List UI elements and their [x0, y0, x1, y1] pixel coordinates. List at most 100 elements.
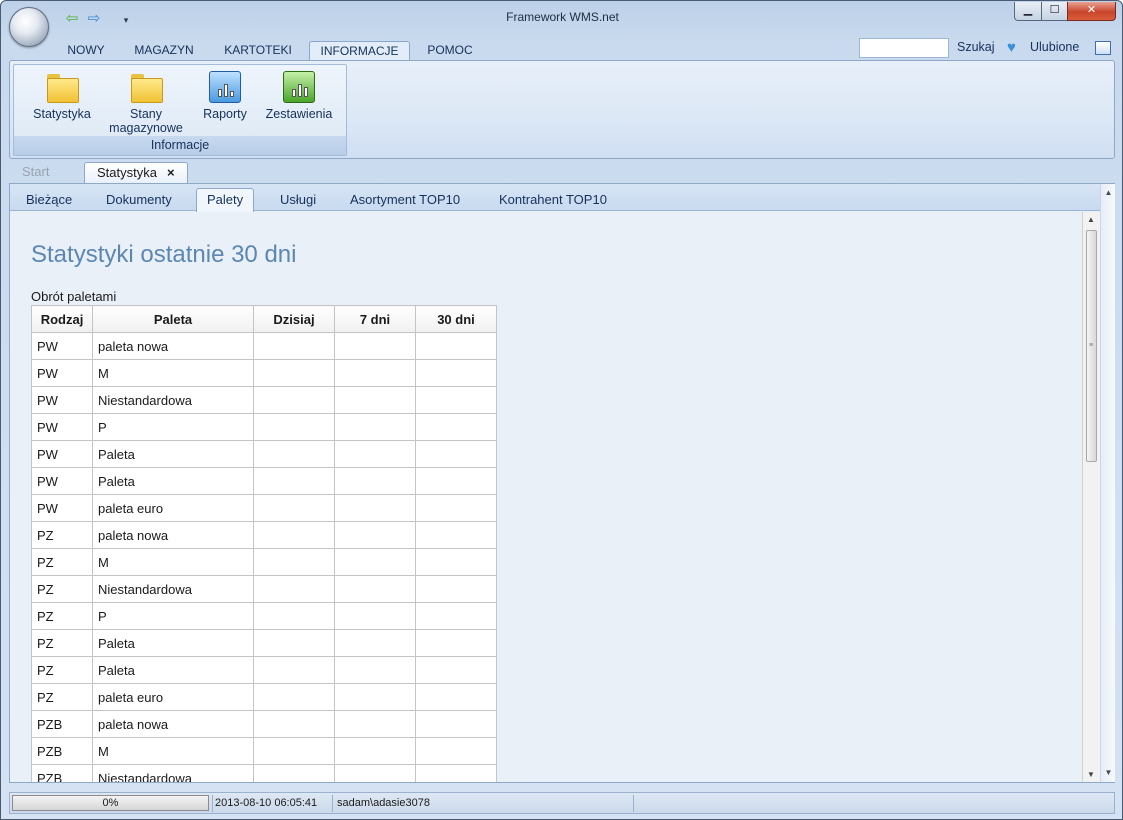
bar-chart-icon: [283, 71, 315, 103]
minimize-button[interactable]: ▁: [1014, 2, 1042, 21]
table-row[interactable]: PW Niestandardowa: [31, 386, 497, 414]
table-row[interactable]: PZ Paleta: [31, 656, 497, 684]
cell-paleta: paleta euro: [92, 494, 254, 522]
cell-30-dni: [415, 629, 497, 657]
cell-30-dni: [415, 521, 497, 549]
column-header-7-dni[interactable]: 7 dni: [334, 305, 416, 333]
folder-icon: [46, 71, 79, 103]
scroll-down-icon[interactable]: ▼: [1101, 766, 1116, 780]
ribbon-group-informacje: Statystyka Stany magazynowe Raporty Zest…: [13, 64, 347, 156]
zestawienia-button[interactable]: Zestawienia: [258, 69, 340, 121]
cell-7-dni: [334, 413, 416, 441]
cell-dzisiaj: [253, 521, 335, 549]
heart-icon[interactable]: ♥: [1007, 39, 1016, 56]
table-body: PW paleta nowa PW M PW Niestandardowa PW P PW Pal…: [31, 332, 497, 782]
table-row[interactable]: PZ Niestandardowa: [31, 575, 497, 603]
tab-statystyka[interactable]: Statystyka ×: [84, 162, 188, 183]
maximize-button[interactable]: ☐: [1041, 2, 1068, 21]
subtab-palety[interactable]: Palety: [196, 188, 255, 212]
outer-scrollbar[interactable]: ▲ ▼: [1100, 184, 1115, 782]
window-title: Framework WMS.net: [506, 10, 619, 24]
table-row[interactable]: PW P: [31, 413, 497, 441]
scroll-up-icon[interactable]: ▲: [1101, 186, 1116, 200]
table-row[interactable]: PW Paleta: [31, 467, 497, 495]
favorites-button[interactable]: Ulubione: [1030, 40, 1079, 54]
cell-paleta: M: [92, 548, 254, 576]
inner-scroll-thumb[interactable]: ≡: [1086, 230, 1097, 462]
cell-dzisiaj: [253, 602, 335, 630]
cell-30-dni: [415, 359, 497, 387]
cell-7-dni: [334, 386, 416, 414]
scroll-down-icon[interactable]: ▼: [1087, 770, 1095, 779]
cell-7-dni: [334, 494, 416, 522]
cell-dzisiaj: [253, 764, 335, 782]
cell-30-dni: [415, 467, 497, 495]
ribbon-tab-nowy[interactable]: NOWY: [57, 41, 115, 61]
sub-tab-bar: Bieżące Dokumenty Palety Usługi Asortyme…: [10, 184, 1100, 212]
stany-magazynowe-button[interactable]: Stany magazynowe: [102, 69, 190, 135]
cell-paleta: P: [92, 413, 254, 441]
search-button[interactable]: Szukaj: [957, 40, 995, 54]
document-tab-bar: Start Statystyka ×: [9, 160, 1115, 183]
table-row[interactable]: PZB paleta nowa: [31, 710, 497, 738]
cell-rodzaj: PZ: [31, 656, 93, 684]
close-icon[interactable]: ×: [167, 165, 175, 180]
table-row[interactable]: PZB M: [31, 737, 497, 765]
ribbon-tab-kartoteki[interactable]: KARTOTEKI: [216, 41, 300, 61]
table-row[interactable]: PW M: [31, 359, 497, 387]
table-row[interactable]: PW Paleta: [31, 440, 497, 468]
subtab-biezace[interactable]: Bieżące: [26, 192, 72, 207]
ribbon-tab-magazyn[interactable]: MAGAZYN: [125, 41, 203, 61]
inner-scrollbar[interactable]: ▲ ≡ ▼: [1082, 212, 1100, 782]
statystyka-button[interactable]: Statystyka: [22, 69, 102, 121]
column-header-paleta[interactable]: Paleta: [92, 305, 254, 333]
close-button[interactable]: ✕: [1067, 2, 1116, 21]
cell-7-dni: [334, 359, 416, 387]
raporty-label: Raporty: [203, 107, 247, 121]
cell-paleta: Paleta: [92, 656, 254, 684]
subtab-uslugi[interactable]: Usługi: [280, 192, 316, 207]
cell-7-dni: [334, 440, 416, 468]
cell-dzisiaj: [253, 467, 335, 495]
table-row[interactable]: PZ M: [31, 548, 497, 576]
table-row[interactable]: PZ P: [31, 602, 497, 630]
column-header-rodzaj[interactable]: Rodzaj: [31, 305, 93, 333]
column-header-dzisiaj[interactable]: Dzisiaj: [253, 305, 335, 333]
raporty-button[interactable]: Raporty: [194, 69, 256, 121]
table-row[interactable]: PZ paleta nowa: [31, 521, 497, 549]
cell-rodzaj: PW: [31, 467, 93, 495]
cell-7-dni: [334, 467, 416, 495]
column-header-30-dni[interactable]: 30 dni: [415, 305, 497, 333]
cell-rodzaj: PZ: [31, 683, 93, 711]
cell-dzisiaj: [253, 737, 335, 765]
cell-30-dni: [415, 386, 497, 414]
cell-7-dni: [334, 683, 416, 711]
cell-dzisiaj: [253, 575, 335, 603]
ribbon-tab-informacje[interactable]: INFORMACJE: [309, 41, 410, 61]
status-datetime: 2013-08-10 06:05:41: [215, 797, 318, 809]
scroll-up-icon[interactable]: ▲: [1087, 215, 1095, 224]
subtab-kontrahent-top10[interactable]: Kontrahent TOP10: [499, 192, 607, 207]
statystyka-label: Statystyka: [33, 107, 91, 121]
subtab-asortyment-top10[interactable]: Asortyment TOP10: [350, 192, 460, 207]
window-layout-icon[interactable]: [1095, 41, 1111, 55]
cell-paleta: paleta nowa: [92, 332, 254, 360]
tab-start[interactable]: Start: [10, 162, 61, 183]
cell-7-dni: [334, 521, 416, 549]
application-menu-button[interactable]: [9, 7, 49, 47]
subtab-dokumenty[interactable]: Dokumenty: [106, 192, 172, 207]
cell-rodzaj: PZB: [31, 710, 93, 738]
table-row[interactable]: PZ Paleta: [31, 629, 497, 657]
page-title: Statystyki ostatnie 30 dni: [31, 241, 297, 268]
search-input[interactable]: [859, 38, 949, 58]
table-row[interactable]: PW paleta nowa: [31, 332, 497, 360]
table-row[interactable]: PZB Niestandardowa: [31, 764, 497, 782]
table-row[interactable]: PZ paleta euro: [31, 683, 497, 711]
cell-7-dni: [334, 602, 416, 630]
cell-30-dni: [415, 494, 497, 522]
cell-7-dni: [334, 332, 416, 360]
cell-7-dni: [334, 575, 416, 603]
ribbon-tab-pomoc[interactable]: POMOC: [419, 41, 481, 61]
cell-rodzaj: PZB: [31, 764, 93, 782]
table-row[interactable]: PW paleta euro: [31, 494, 497, 522]
